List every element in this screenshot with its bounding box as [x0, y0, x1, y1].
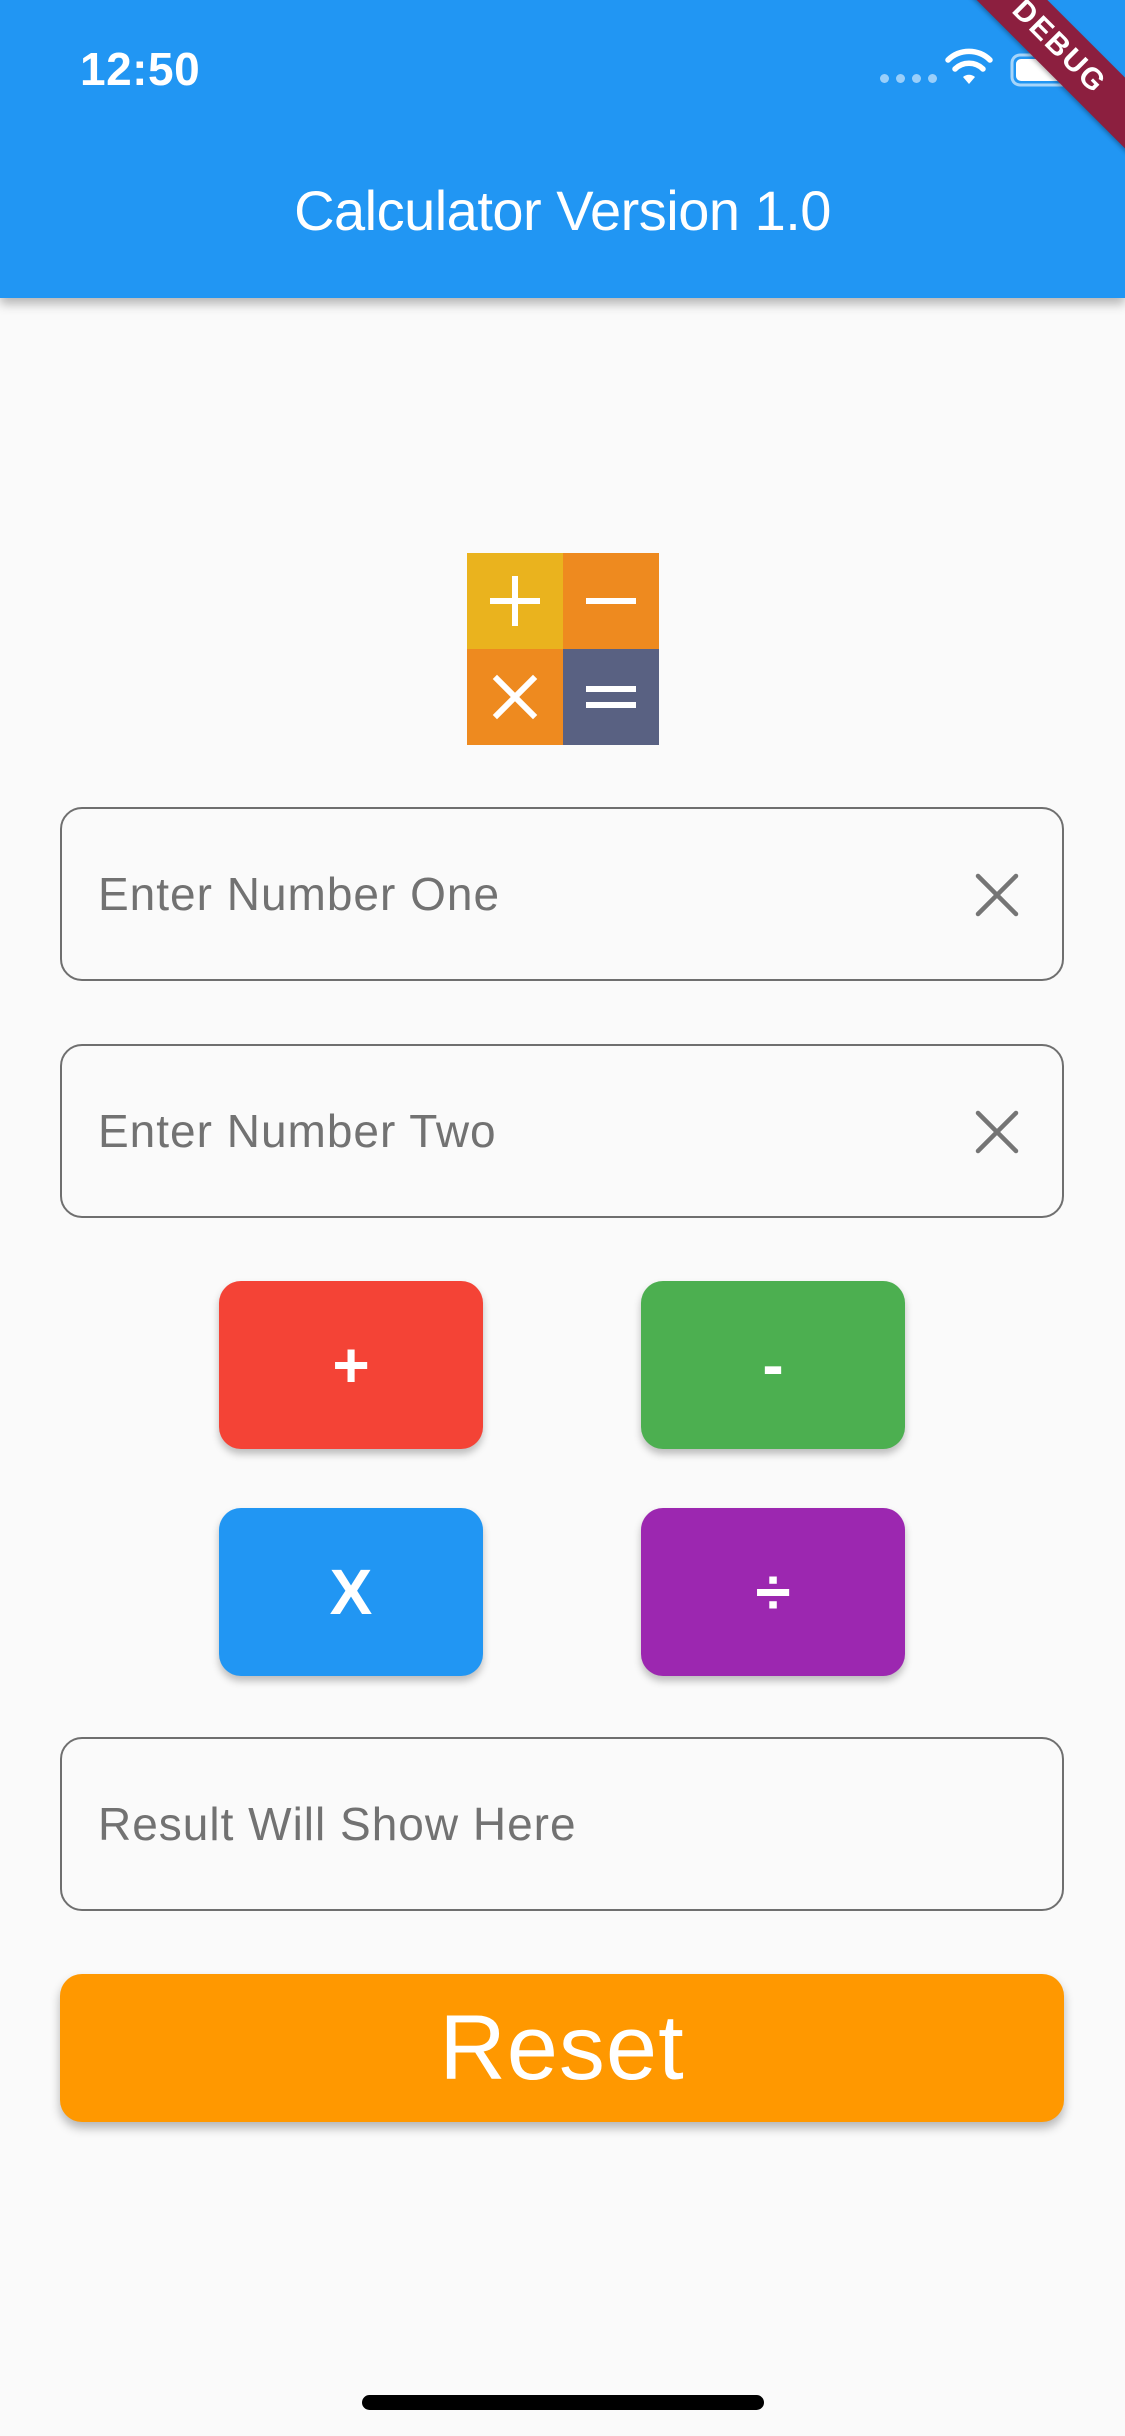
- plus-icon: [467, 553, 563, 649]
- multiply-icon: [467, 649, 563, 745]
- wifi-icon: [945, 48, 993, 84]
- clear-number-one-icon[interactable]: [974, 872, 1020, 918]
- number-one-input[interactable]: [98, 809, 978, 979]
- calculator-logo: [467, 553, 659, 745]
- result-field: [60, 1737, 1064, 1911]
- multiply-button[interactable]: X: [219, 1508, 483, 1676]
- number-one-field: [60, 807, 1064, 981]
- equals-icon: [563, 649, 659, 745]
- home-indicator[interactable]: [362, 2395, 764, 2410]
- subtract-button[interactable]: -: [641, 1281, 905, 1449]
- status-time: 12:50: [80, 43, 201, 95]
- number-two-field: [60, 1044, 1064, 1218]
- divide-button[interactable]: ÷: [641, 1508, 905, 1676]
- clear-number-two-icon[interactable]: [974, 1109, 1020, 1155]
- add-button[interactable]: +: [219, 1281, 483, 1449]
- app-bar: 12:50 Calculator Version 1.0 DEBUG: [0, 0, 1125, 298]
- minus-icon: [563, 553, 659, 649]
- app-title: Calculator Version 1.0: [294, 179, 831, 242]
- number-two-input[interactable]: [98, 1046, 978, 1216]
- result-output[interactable]: [98, 1739, 978, 1909]
- reset-button[interactable]: Reset: [60, 1974, 1064, 2122]
- cellular-signal-icon: [880, 74, 937, 83]
